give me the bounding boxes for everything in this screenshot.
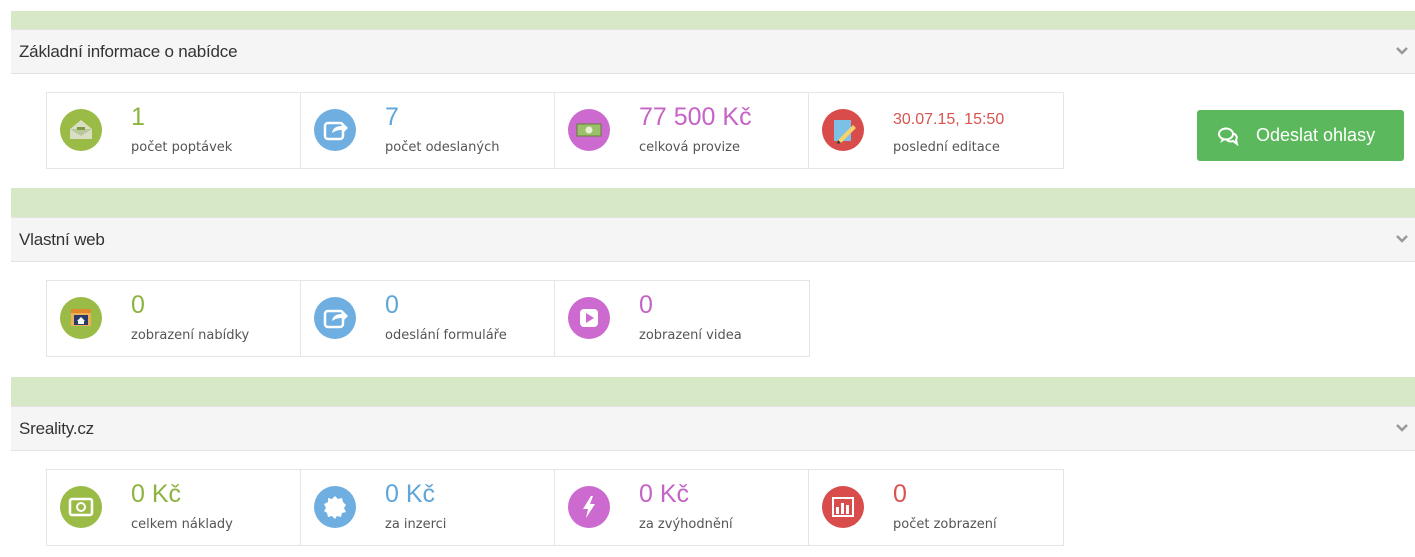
section-divider [11,188,1415,217]
panel-own-web: Vlastní web 0 zobrazení nabídky 0 odeslá… [11,217,1415,377]
stat-last-edit: 30.07.15, 15:50 poslední editace [809,93,1063,168]
send-feedback-label: Odeslat ohlasy [1256,125,1376,145]
panel-title: Sreality.cz [19,419,94,438]
page: Základní informace o nabídce 1 počet pop… [0,0,1415,557]
stat-value: 30.07.15, 15:50 [893,111,1005,128]
stats-row: 0 Kč celkem náklady 0 Kč za inzerci 0 Kč… [46,469,1064,546]
inbox-icon [60,109,102,151]
left-margin [0,0,11,557]
stat-label: odeslání formuláře [385,328,507,343]
panel-header[interactable]: Základní informace o nabídce [11,29,1415,74]
stat-inquiries: 1 počet poptávek [47,93,301,168]
stat-value: 0 [893,480,907,508]
stat-value: 0 Kč [131,480,182,508]
panel-offer-info: Základní informace o nabídce 1 počet pop… [11,29,1415,188]
play-icon [568,297,610,339]
home-window-icon [60,297,102,339]
stat-label: za inzerci [385,517,447,532]
bar-chart-icon [822,486,864,528]
stat-promotion-costs: 0 Kč za zvýhodnění [555,470,809,545]
stat-label: za zvýhodnění [639,517,733,532]
stat-value: 0 Kč [639,480,690,508]
stat-label: zobrazení videa [639,328,742,343]
badge-icon [314,486,356,528]
stats-row: 1 počet poptávek 7 počet odeslaných 77 5… [46,92,1064,169]
stat-value: 0 Kč [385,480,436,508]
share-icon [314,297,356,339]
stat-view-count: 0 počet zobrazení [809,470,1063,545]
stat-label: počet zobrazení [893,517,997,532]
stat-label: zobrazení nabídky [131,328,250,343]
panel-header[interactable]: Sreality.cz [11,406,1415,451]
edit-icon [822,109,864,151]
section-divider [11,11,1415,29]
stat-label: celkem náklady [131,517,233,532]
banknote-icon [60,486,102,528]
send-feedback-button[interactable]: Odeslat ohlasy [1197,110,1404,161]
section-divider [11,377,1415,406]
stat-value: 1 [131,103,145,131]
stats-row: 0 zobrazení nabídky 0 odeslání formuláře… [46,280,810,357]
chevron-down-icon[interactable] [1395,421,1409,435]
panel-sreality: Sreality.cz 0 Kč celkem náklady 0 Kč za … [11,406,1415,557]
stat-label: celková provize [639,140,740,155]
stat-form-submissions: 0 odeslání formuláře [301,281,555,356]
money-icon [568,109,610,151]
stat-label: počet poptávek [131,140,233,155]
chevron-down-icon[interactable] [1395,232,1409,246]
chevron-down-icon[interactable] [1395,44,1409,58]
stat-value: 0 [131,291,145,319]
stat-offer-views: 0 zobrazení nabídky [47,281,301,356]
stat-ad-costs: 0 Kč za inzerci [301,470,555,545]
stat-value: 7 [385,103,399,131]
panel-title: Vlastní web [19,230,105,249]
stat-sent: 7 počet odeslaných [301,93,555,168]
stat-video-views: 0 zobrazení videa [555,281,809,356]
stat-label: poslední editace [893,140,1000,155]
panel-header[interactable]: Vlastní web [11,217,1415,262]
stat-value: 77 500 Kč [639,103,752,131]
stat-commission: 77 500 Kč celková provize [555,93,809,168]
chat-icon [1218,127,1239,146]
stat-value: 0 [385,291,399,319]
stat-total-costs: 0 Kč celkem náklady [47,470,301,545]
stat-label: počet odeslaných [385,140,500,155]
panel-title: Základní informace o nabídce [19,42,238,61]
stat-value: 0 [639,291,653,319]
share-icon [314,109,356,151]
lightning-icon [568,486,610,528]
